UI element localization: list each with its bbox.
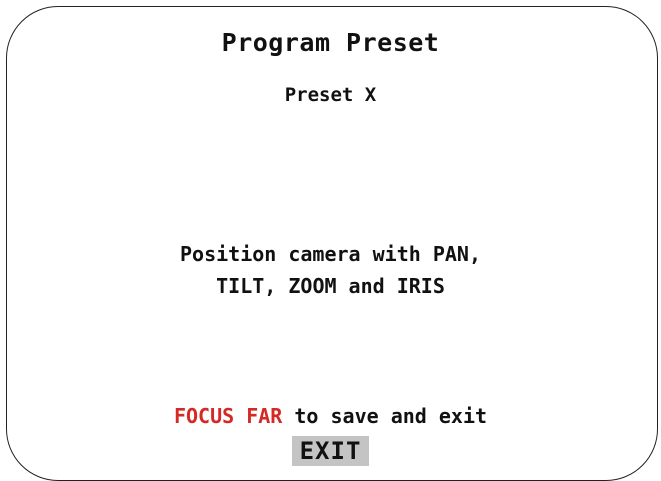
save-hint: FOCUS FAR to save and exit: [0, 404, 661, 428]
exit-button[interactable]: EXIT: [291, 436, 370, 466]
preset-name: Preset X: [284, 84, 377, 106]
page-title: Program Preset: [221, 28, 440, 57]
save-hint-text: to save and exit: [282, 404, 488, 428]
exit-row: EXIT: [0, 436, 661, 466]
focus-far-key: FOCUS FAR: [173, 404, 283, 428]
instruction-line-2: TILT, ZOOM and IRIS: [216, 274, 445, 298]
instruction-line-1: Position camera with PAN,: [179, 242, 482, 266]
instruction-text: Position camera with PAN, TILT, ZOOM and…: [0, 238, 661, 302]
